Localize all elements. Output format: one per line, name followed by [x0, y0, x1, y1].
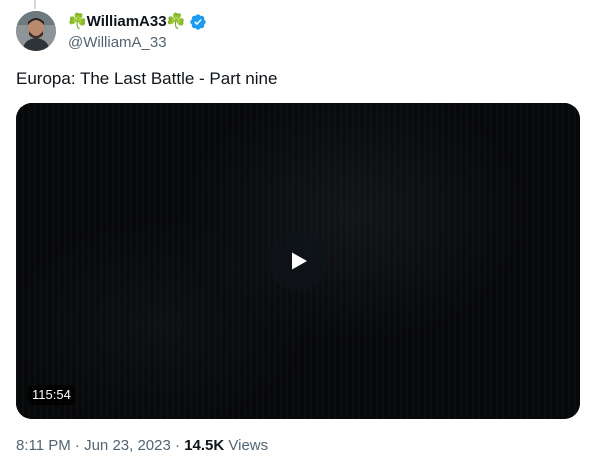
meta-separator: ·	[175, 437, 181, 454]
views-label: Views	[228, 437, 269, 454]
tweet-text: Europa: The Last Battle - Part nine	[16, 69, 278, 88]
views-count: 14.5K	[184, 437, 225, 454]
video-player[interactable]: 115:54	[16, 103, 580, 419]
tweet-time[interactable]: 8:11 PM	[16, 437, 71, 454]
thread-connector-line	[34, 0, 36, 9]
tweet-date[interactable]: Jun 23, 2023	[84, 437, 171, 454]
author-name-row[interactable]: ☘️WilliamA33☘️	[68, 11, 207, 33]
play-icon	[292, 252, 307, 270]
verified-badge-icon[interactable]	[189, 13, 207, 31]
author-display-name[interactable]: ☘️WilliamA33☘️	[68, 12, 185, 32]
author-handle[interactable]: @WilliamA_33	[68, 33, 167, 53]
meta-separator: ·	[74, 437, 80, 454]
play-button[interactable]	[268, 231, 328, 291]
avatar[interactable]	[16, 11, 56, 51]
video-duration-badge: 115:54	[28, 385, 75, 405]
tweet-meta: 8:11 PM · Jun 23, 2023 · 14.5K Views	[16, 436, 268, 456]
avatar-image	[16, 11, 56, 51]
